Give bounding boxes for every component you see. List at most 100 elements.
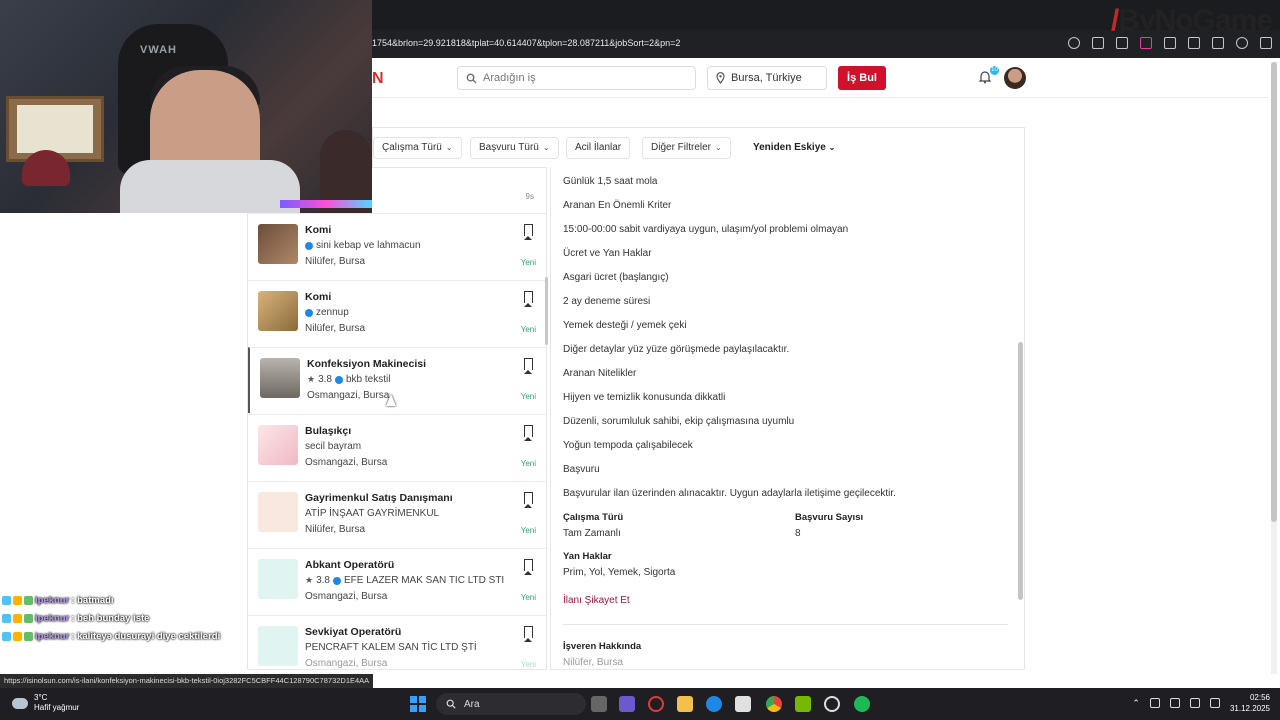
bookmark-icon[interactable]	[524, 626, 533, 642]
job-search-input[interactable]	[483, 72, 683, 84]
filter-other[interactable]: Diğer Filtreler ⌄	[642, 137, 731, 159]
chevron-down-icon: ⌄	[715, 143, 722, 152]
badge-icon	[2, 631, 11, 641]
sort-dropdown[interactable]: Yeniden Eskiye ⌄	[753, 137, 835, 159]
job-title: Komi	[305, 291, 332, 303]
job-card[interactable]: Abkant Operatörü ★ 3.8 EFE LAZER MAK SAN T…	[248, 548, 546, 614]
clock[interactable]: 02:56 31.12.2025	[1230, 692, 1270, 714]
new-badge: Yeni	[520, 392, 536, 401]
edge-icon[interactable]	[706, 696, 722, 712]
job-card[interactable]: Komi zennup Nilüfer, Bursa Yeni	[248, 280, 546, 346]
job-company: secil bayram	[305, 441, 362, 452]
chevron-up-icon[interactable]: ⌃	[1132, 698, 1140, 709]
weather-widget[interactable]: 3°C Hafif yağmur	[12, 693, 79, 713]
site-logo[interactable]: N	[372, 70, 384, 88]
file-explorer-icon[interactable]	[677, 696, 693, 712]
report-listing-link[interactable]: İlanı Şikayet Et	[563, 595, 630, 606]
windows-start-icon[interactable]	[410, 696, 426, 712]
onedrive-icon[interactable]	[1149, 698, 1160, 708]
new-badge: Yeni	[520, 526, 536, 535]
playlist-icon[interactable]	[1212, 37, 1224, 49]
badge-icon	[2, 595, 11, 605]
company-thumbnail	[258, 291, 298, 331]
copilot-icon[interactable]	[619, 696, 635, 712]
bookmark-icon[interactable]	[524, 224, 533, 240]
detail-line: Günlük 1,5 saat mola	[563, 176, 658, 187]
taskbar-search[interactable]: Ara	[436, 693, 586, 715]
job-location: Nilüfer, Bursa	[305, 524, 366, 535]
avatar[interactable]	[1004, 67, 1026, 89]
spotify-icon[interactable]	[854, 696, 870, 712]
system-tray: ⌃ 02:56 31.12.2025	[1132, 692, 1270, 714]
job-company: ★ 3.8 EFE LAZER MAK SAN TIC LTD STI	[305, 575, 505, 586]
network-icon[interactable]	[1189, 698, 1200, 708]
chat-text: : kaliteyə dusurayi diye cektilerdi	[71, 630, 221, 642]
chat-message: ipeknur : batmadı	[2, 591, 242, 609]
streamer-shirt	[120, 160, 300, 213]
bookmark-icon[interactable]	[524, 291, 533, 307]
extension-icon[interactable]	[1116, 37, 1128, 49]
find-job-button[interactable]: İş Bul	[838, 66, 886, 90]
site-header: N Bursa, Türkiye İş Bul 10	[372, 58, 1268, 98]
job-card[interactable]: Bulaşıkçı secil bayram Osmangazi, Bursa …	[248, 414, 546, 480]
work-type-label: Çalışma Türü	[563, 512, 624, 523]
job-company: zennup	[305, 307, 349, 318]
opera-icon[interactable]	[648, 696, 664, 712]
bookmark-icon[interactable]	[524, 492, 533, 508]
badge-icon	[2, 613, 11, 623]
filter-bar: Çalışma Türü ⌄ Başvuru Türü ⌄ Acil İlanlar…	[372, 127, 1025, 167]
screen-icon[interactable]	[1164, 37, 1176, 49]
search-icon	[446, 699, 456, 709]
new-badge: Yeni	[520, 325, 536, 334]
location-box[interactable]: Bursa, Türkiye	[707, 66, 827, 90]
job-card-selected[interactable]: Konfeksiyon Makinecisi ★ 3.8 bkb tekstil O…	[248, 347, 546, 413]
chevron-down-icon: ⌄	[828, 143, 836, 152]
star-icon[interactable]	[1092, 37, 1104, 49]
job-search-box[interactable]	[457, 66, 696, 90]
nvidia-icon[interactable]	[795, 696, 811, 712]
details-scrollbar[interactable]	[1018, 342, 1023, 600]
page-scrollbar[interactable]	[1271, 62, 1277, 674]
microphone-icon[interactable]	[1169, 698, 1180, 708]
detail-line: Aranan En Önemli Kriter	[563, 200, 672, 211]
job-card[interactable]: Komi sini kebap ve lahmacun Nilüfer, Bur…	[248, 213, 546, 279]
job-location: Osmangazi, Bursa	[307, 390, 390, 401]
filter-work-type[interactable]: Çalışma Türü ⌄	[373, 137, 462, 159]
chat-text: : batmadı	[71, 594, 114, 606]
job-card[interactable]: Gayrimenkul Satış Danışmanı ATİP İNŞAAT …	[248, 481, 546, 547]
menu-icon[interactable]	[1260, 37, 1272, 49]
job-location: Nilüfer, Bursa	[305, 256, 366, 267]
new-badge: Yeni	[520, 258, 536, 267]
link-status-bar: https://isinolsun.com/is-ilani/konfeksiy…	[0, 674, 374, 688]
bookmark-icon[interactable]	[524, 358, 533, 374]
filter-application-type[interactable]: Başvuru Türü ⌄	[470, 137, 559, 159]
bookmark-star-icon[interactable]	[1188, 37, 1200, 49]
badge-icon	[13, 631, 22, 641]
eye-off-icon[interactable]	[1068, 37, 1080, 49]
bookmark-icon[interactable]	[524, 425, 533, 441]
store-icon[interactable]	[735, 696, 751, 712]
weather-temp: 3°C	[34, 693, 48, 702]
chevron-down-icon: ⌄	[445, 143, 453, 152]
app-icon[interactable]	[824, 696, 840, 712]
bookmark-icon[interactable]	[524, 559, 533, 575]
chrome-icon[interactable]	[766, 696, 782, 712]
task-view-icon[interactable]	[591, 696, 607, 712]
volume-icon[interactable]	[1209, 698, 1220, 708]
address-bar[interactable]: 1754&brlon=29.921818&tplat=40.614407&tpl…	[372, 34, 1052, 52]
chat-text: : beh bunday iste	[71, 612, 150, 624]
profile-icon[interactable]	[1236, 37, 1248, 49]
clock-time: 02:56	[1249, 693, 1270, 702]
badge-icon	[13, 595, 22, 605]
time-ago: 9s	[525, 192, 534, 201]
job-list-scrollbar[interactable]	[545, 277, 548, 345]
employer-label: İşveren Hakkında	[563, 641, 642, 652]
job-card[interactable]: Sevkiyat Operatörü PENCRAFT KALEM SAN Tİ…	[248, 615, 546, 669]
detail-line: Hijyen ve temizlik konusunda dikkatli	[563, 392, 726, 403]
extension-pink-icon[interactable]	[1140, 37, 1152, 49]
stream-chat: ipeknur : batmadı ipeknur : beh bunday i…	[2, 591, 242, 645]
company-thumbnail	[258, 559, 298, 599]
job-location: Nilüfer, Bursa	[305, 323, 366, 334]
chat-username: ipeknur	[35, 630, 70, 642]
filter-urgent[interactable]: Acil İlanlar	[566, 137, 631, 159]
